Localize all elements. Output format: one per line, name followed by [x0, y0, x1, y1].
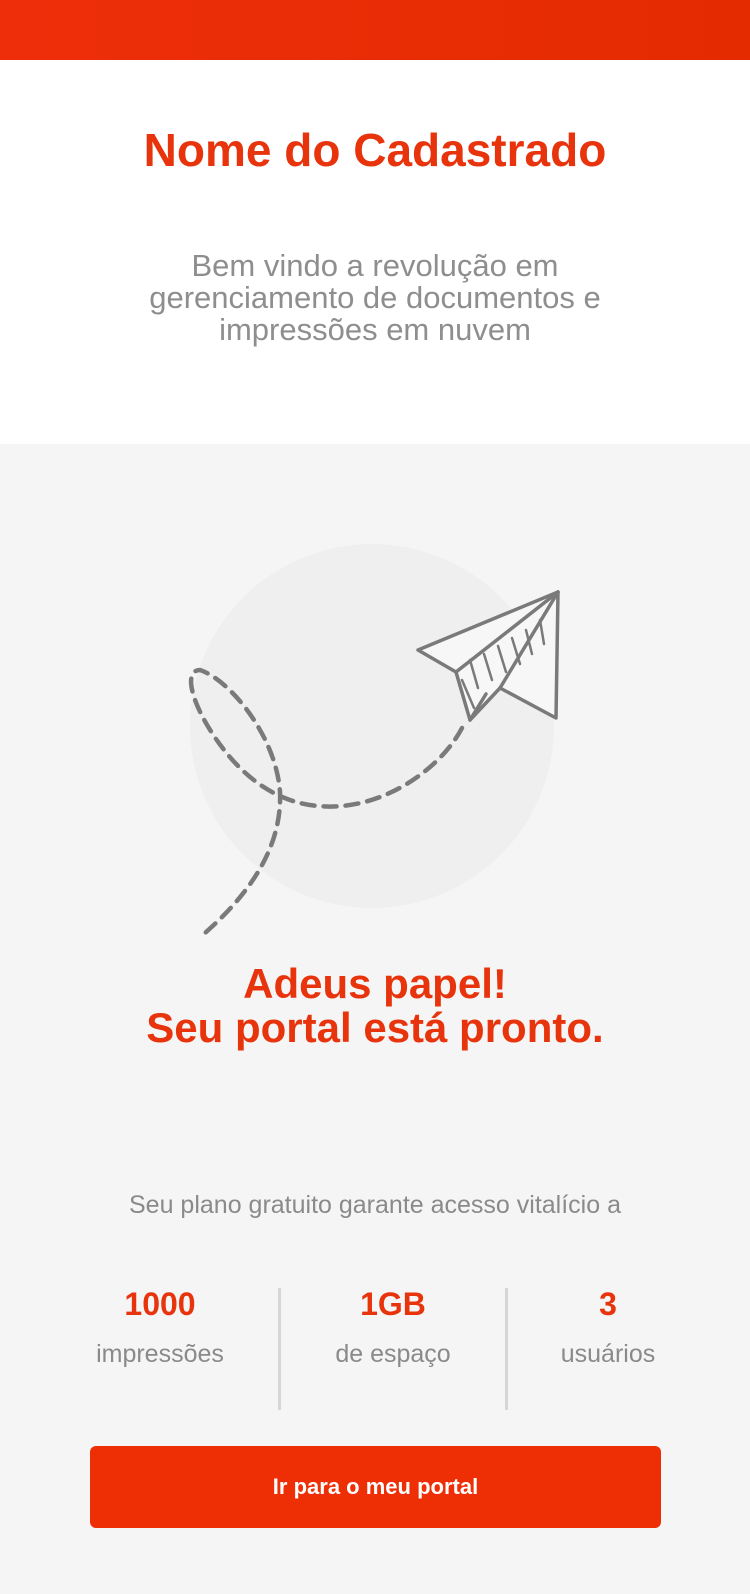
paper-plane-illustration	[0, 540, 750, 940]
stat-prints-label: impressões	[96, 1340, 224, 1368]
stat-divider	[505, 1288, 508, 1410]
stat-storage-value: 1GB	[360, 1286, 426, 1322]
plan-stats: 1000 impressões 1GB de espaço 3 usuários	[0, 1284, 750, 1414]
headline-line-1: Adeus papel!	[243, 960, 507, 1007]
stat-divider	[278, 1288, 281, 1410]
illustration-circle	[190, 544, 554, 908]
stat-storage-label: de espaço	[335, 1340, 451, 1368]
go-to-portal-button[interactable]: Ir para o meu portal	[90, 1446, 661, 1528]
welcome-subtitle: Bem vindo a revolução em gerenciamento d…	[149, 248, 601, 347]
stat-users-value: 3	[599, 1286, 617, 1322]
stat-users-label: usuários	[560, 1340, 656, 1368]
stat-prints-value: 1000	[124, 1286, 196, 1322]
stat-prints: 1000 impressões	[70, 1284, 250, 1370]
headline-line-2: Seu portal está pronto.	[146, 1004, 604, 1051]
hero-headline: Adeus papel! Seu portal está pronto.	[0, 962, 750, 1050]
page-title: Nome do Cadastrado	[143, 124, 607, 176]
stat-users: 3 usuários	[518, 1284, 698, 1370]
paper-plane-icon	[188, 544, 560, 936]
stat-storage: 1GB de espaço	[303, 1284, 483, 1370]
plan-intro-text: Seu plano gratuito garante acesso vitalí…	[129, 1191, 621, 1219]
top-bar	[0, 0, 750, 60]
